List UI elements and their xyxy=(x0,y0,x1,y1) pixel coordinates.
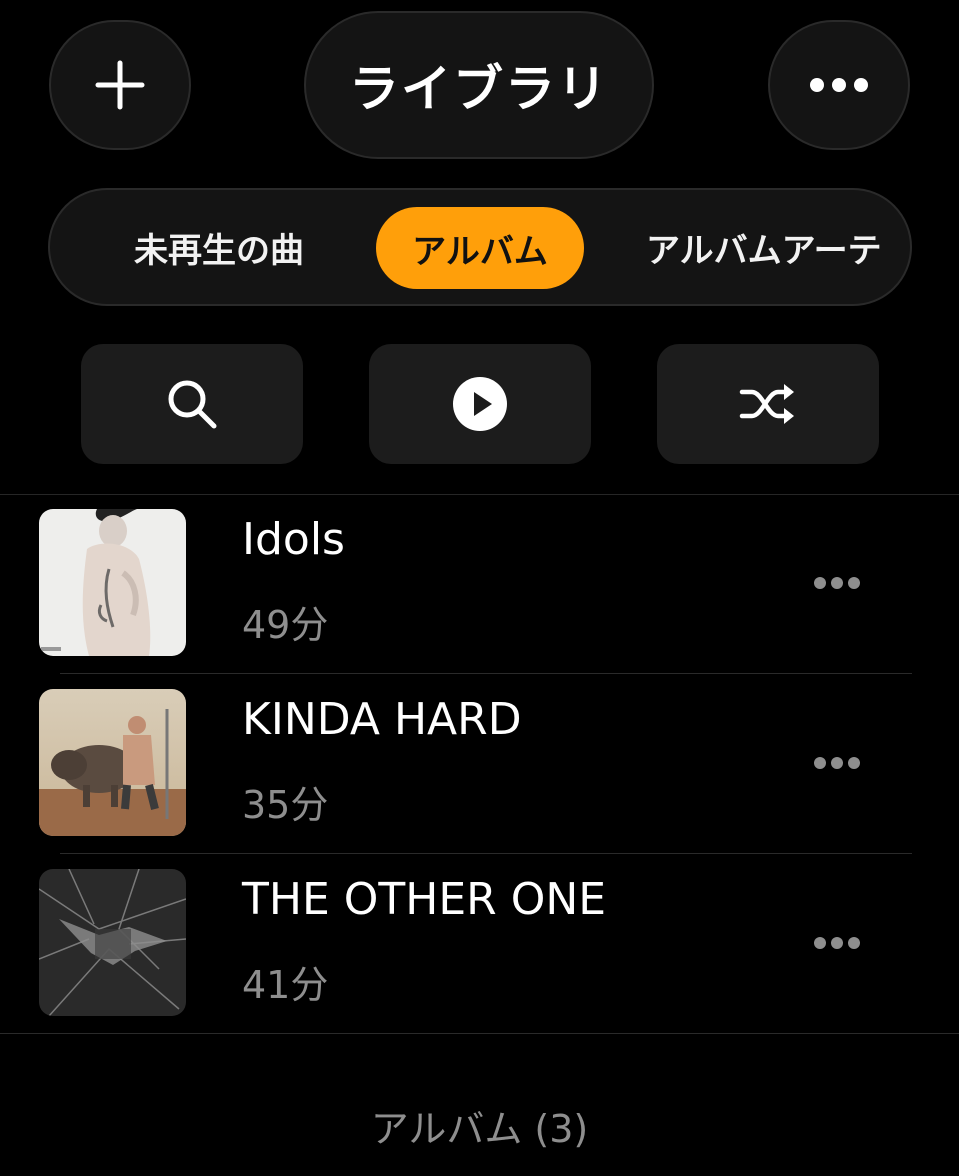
album-duration: 49分 xyxy=(242,603,329,647)
ellipsis-icon xyxy=(810,78,868,92)
album-duration: 41分 xyxy=(242,963,329,1007)
album-more-button[interactable] xyxy=(806,746,868,780)
album-artwork-idols xyxy=(39,509,186,656)
ellipsis-icon xyxy=(814,577,860,589)
album-more-button[interactable] xyxy=(806,926,868,960)
album-row[interactable]: THE OTHER ONE 41分 xyxy=(0,854,959,1034)
album-title: THE OTHER ONE xyxy=(242,874,607,925)
play-button[interactable] xyxy=(369,344,591,464)
album-row[interactable]: KINDA HARD 35分 xyxy=(0,674,959,854)
album-artwork-kinda-hard xyxy=(39,689,186,836)
album-row[interactable]: Idols 49分 xyxy=(0,494,959,674)
library-tabs: 未再生の曲 アルバム アルバムアーテ xyxy=(48,188,912,306)
more-button[interactable] xyxy=(768,20,910,150)
search-icon xyxy=(168,380,217,429)
album-duration: 35分 xyxy=(242,783,329,827)
album-more-button[interactable] xyxy=(806,566,868,600)
shuffle-icon xyxy=(739,384,794,424)
play-circle-icon xyxy=(453,377,507,431)
shuffle-button[interactable] xyxy=(657,344,879,464)
tab-album-artists[interactable]: アルバムアーテ xyxy=(646,190,882,304)
search-button[interactable] xyxy=(81,344,303,464)
row-divider xyxy=(0,1033,959,1034)
album-artwork-the-other-one xyxy=(39,869,186,1016)
library-screen: ライブラリ 未再生の曲 アルバム アルバムアーテ Idols 49分 KINDA… xyxy=(0,0,959,1176)
tab-albums[interactable]: アルバム xyxy=(376,207,584,289)
page-title-label: ライブラリ xyxy=(349,60,609,118)
album-count-label: アルバム (3) xyxy=(370,1107,589,1151)
plus-icon xyxy=(95,60,145,110)
page-title[interactable]: ライブラリ xyxy=(304,11,654,159)
album-title: KINDA HARD xyxy=(242,694,522,745)
ellipsis-icon xyxy=(814,937,860,949)
album-title: Idols xyxy=(242,514,345,565)
tab-unplayed-songs[interactable]: 未再生の曲 xyxy=(134,190,304,304)
add-button[interactable] xyxy=(49,20,191,150)
ellipsis-icon xyxy=(814,757,860,769)
